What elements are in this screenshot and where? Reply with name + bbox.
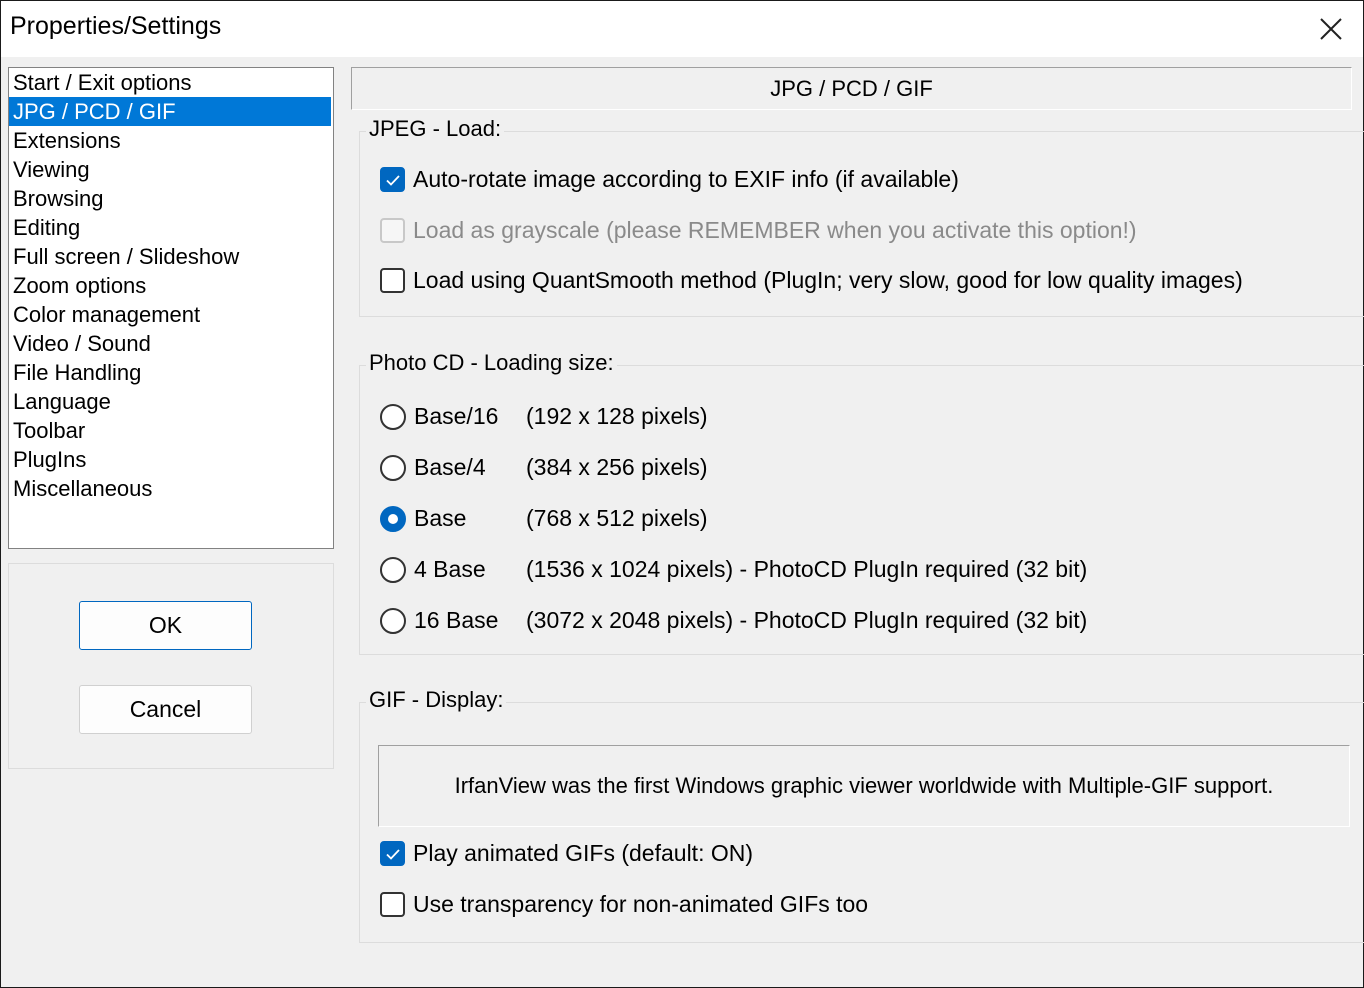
close-icon bbox=[1320, 18, 1342, 40]
title-bar: Properties/Settings bbox=[1, 1, 1363, 57]
jpeg-load-legend: JPEG - Load: bbox=[366, 116, 505, 142]
radio-option[interactable]: 4 Base (1536 x 1024 pixels) - PhotoCD Plu… bbox=[380, 556, 1087, 583]
button-panel: OK Cancel bbox=[8, 563, 334, 769]
checkbox-label: Auto-rotate image according to EXIF info… bbox=[413, 166, 959, 192]
category-item[interactable]: Viewing bbox=[9, 155, 333, 184]
checkbox-unchecked bbox=[380, 218, 405, 243]
radio-selected[interactable] bbox=[380, 505, 406, 532]
radio-description: (768 x 512 pixels) bbox=[526, 505, 708, 531]
radio-unselected[interactable] bbox=[380, 454, 406, 481]
checkbox-option[interactable]: Auto-rotate image according to EXIF info… bbox=[380, 166, 959, 193]
checkbox-unchecked[interactable] bbox=[380, 892, 405, 917]
radio-label: 4 Base bbox=[414, 556, 486, 582]
category-item[interactable]: Start / Exit options bbox=[9, 68, 333, 97]
checkmark-icon bbox=[385, 848, 400, 860]
checkbox-label: Load as grayscale (please REMEMBER when … bbox=[413, 217, 1137, 243]
radio-option[interactable]: 16 Base (3072 x 2048 pixels) - PhotoCD Pl… bbox=[380, 607, 1087, 634]
category-item[interactable]: Full screen / Slideshow bbox=[9, 242, 333, 271]
radio-label: 16 Base bbox=[414, 607, 499, 633]
radio-label: Base/16 bbox=[414, 403, 499, 429]
category-item[interactable]: Language bbox=[9, 387, 333, 416]
category-item[interactable]: Color management bbox=[9, 300, 333, 329]
checkmark-icon bbox=[385, 174, 400, 186]
radio-option[interactable]: Base/16 (192 x 128 pixels) bbox=[380, 403, 708, 430]
checkbox-label: Load using QuantSmooth method (PlugIn; v… bbox=[413, 267, 1243, 293]
checkbox-checked[interactable] bbox=[380, 841, 405, 866]
category-item[interactable]: PlugIns bbox=[9, 445, 333, 474]
checkbox-unchecked[interactable] bbox=[380, 268, 405, 293]
category-list[interactable]: Start / Exit options JPG / PCD / GIF Exten… bbox=[8, 67, 334, 549]
close-button[interactable] bbox=[1299, 1, 1363, 57]
radio-description: (3072 x 2048 pixels) - PhotoCD PlugIn re… bbox=[526, 607, 1088, 633]
category-item[interactable]: Browsing bbox=[9, 184, 333, 213]
checkbox-option[interactable]: Play animated GIFs (default: ON) bbox=[380, 840, 753, 867]
page-header: JPG / PCD / GIF bbox=[351, 67, 1352, 110]
category-item[interactable]: Video / Sound bbox=[9, 329, 333, 358]
checkbox-option[interactable]: Use transparency for non-animated GIFs t… bbox=[380, 891, 868, 918]
gif-display-group: GIF - Display: IrfanView was the first W… bbox=[359, 687, 1364, 943]
category-item[interactable]: File Handling bbox=[9, 358, 333, 387]
ok-button[interactable]: OK bbox=[79, 601, 252, 650]
jpeg-load-group: JPEG - Load: Auto-rotate image according… bbox=[359, 116, 1364, 317]
radio-description: (192 x 128 pixels) bbox=[526, 403, 708, 429]
radio-label: Base/4 bbox=[414, 454, 486, 480]
gif-display-legend: GIF - Display: bbox=[366, 687, 507, 713]
category-item[interactable]: Miscellaneous bbox=[9, 474, 333, 503]
radio-unselected[interactable] bbox=[380, 556, 406, 583]
radio-unselected[interactable] bbox=[380, 403, 406, 430]
cancel-button[interactable]: Cancel bbox=[79, 685, 252, 734]
radio-option[interactable]: Base (768 x 512 pixels) bbox=[380, 505, 708, 532]
checkbox-checked[interactable] bbox=[380, 167, 405, 192]
checkbox-option: Load as grayscale (please REMEMBER when … bbox=[380, 217, 1137, 244]
settings-dialog: Properties/Settings Start / Exit options… bbox=[0, 0, 1364, 988]
category-item[interactable]: Editing bbox=[9, 213, 333, 242]
radio-unselected[interactable] bbox=[380, 607, 406, 634]
checkbox-label: Use transparency for non-animated GIFs t… bbox=[413, 891, 869, 917]
photocd-group: Photo CD - Loading size: Base/16 (192 x 1… bbox=[359, 350, 1364, 655]
category-item[interactable]: Zoom options bbox=[9, 271, 333, 300]
window-title: Properties/Settings bbox=[10, 12, 222, 40]
radio-description: (384 x 256 pixels) bbox=[526, 454, 708, 480]
gif-info-text: IrfanView was the first Windows graphic … bbox=[378, 745, 1350, 827]
radio-label: Base bbox=[414, 505, 467, 531]
photocd-legend: Photo CD - Loading size: bbox=[366, 350, 617, 376]
category-item[interactable]: Toolbar bbox=[9, 416, 333, 445]
category-item[interactable]: JPG / PCD / GIF bbox=[9, 97, 331, 126]
checkbox-label: Play animated GIFs (default: ON) bbox=[413, 840, 754, 866]
radio-option[interactable]: Base/4 (384 x 256 pixels) bbox=[380, 454, 708, 481]
checkbox-option[interactable]: Load using QuantSmooth method (PlugIn; v… bbox=[380, 267, 1243, 294]
category-item[interactable]: Extensions bbox=[9, 126, 333, 155]
radio-description: (1536 x 1024 pixels) - PhotoCD PlugIn re… bbox=[526, 556, 1088, 582]
